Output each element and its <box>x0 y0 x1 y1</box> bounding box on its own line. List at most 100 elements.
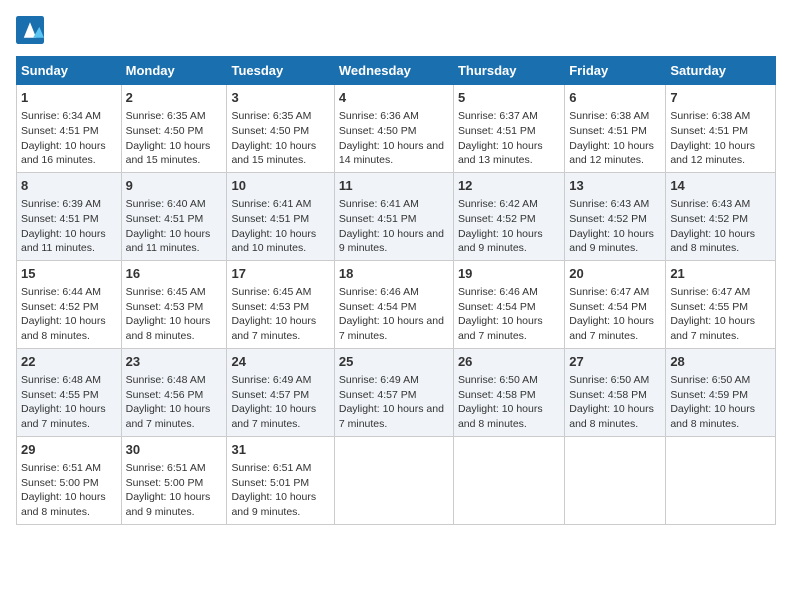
day-number: 17 <box>231 265 329 283</box>
day-number: 2 <box>126 89 223 107</box>
day-number: 19 <box>458 265 560 283</box>
day-number: 11 <box>339 177 449 195</box>
day-number: 29 <box>21 441 117 459</box>
day-number: 27 <box>569 353 661 371</box>
day-number: 7 <box>670 89 771 107</box>
calendar-cell: 19 Sunrise: 6:46 AMSunset: 4:54 PMDayligh… <box>453 260 564 348</box>
calendar-header-row: SundayMondayTuesdayWednesdayThursdayFrid… <box>17 57 776 85</box>
calendar-cell: 17 Sunrise: 6:45 AMSunset: 4:53 PMDayligh… <box>227 260 334 348</box>
day-info: Sunrise: 6:40 AMSunset: 4:51 PMDaylight:… <box>126 197 223 256</box>
day-info: Sunrise: 6:38 AMSunset: 4:51 PMDaylight:… <box>569 109 661 168</box>
day-info: Sunrise: 6:48 AMSunset: 4:56 PMDaylight:… <box>126 373 223 432</box>
day-number: 21 <box>670 265 771 283</box>
header-monday: Monday <box>121 57 227 85</box>
day-number: 9 <box>126 177 223 195</box>
calendar-cell: 16 Sunrise: 6:45 AMSunset: 4:53 PMDayligh… <box>121 260 227 348</box>
calendar-cell: 4 Sunrise: 6:36 AMSunset: 4:50 PMDaylight… <box>334 85 453 173</box>
day-info: Sunrise: 6:46 AMSunset: 4:54 PMDaylight:… <box>339 285 449 344</box>
calendar-cell: 7Sunrise: 6:38 AMSunset: 4:51 PMDaylight… <box>666 85 776 173</box>
day-number: 16 <box>126 265 223 283</box>
calendar-cell: 8Sunrise: 6:39 AMSunset: 4:51 PMDaylight… <box>17 172 122 260</box>
calendar-cell: 25 Sunrise: 6:49 AMSunset: 4:57 PMDayligh… <box>334 348 453 436</box>
calendar-cell: 10Sunrise: 6:41 AMSunset: 4:51 PMDayligh… <box>227 172 334 260</box>
calendar-cell: 2 Sunrise: 6:35 AMSunset: 4:50 PMDaylight… <box>121 85 227 173</box>
day-info: Sunrise: 6:50 AMSunset: 4:58 PMDaylight:… <box>569 373 661 432</box>
day-info: Sunrise: 6:36 AMSunset: 4:50 PMDaylight:… <box>339 109 449 168</box>
day-number: 1 <box>21 89 117 107</box>
header-saturday: Saturday <box>666 57 776 85</box>
calendar-cell: 28 Sunrise: 6:50 AMSunset: 4:59 PMDayligh… <box>666 348 776 436</box>
day-info: Sunrise: 6:44 AMSunset: 4:52 PMDaylight:… <box>21 285 117 344</box>
calendar-cell: 1 Sunrise: 6:34 AMSunset: 4:51 PMDaylight… <box>17 85 122 173</box>
day-number: 18 <box>339 265 449 283</box>
calendar-cell: 27 Sunrise: 6:50 AMSunset: 4:58 PMDayligh… <box>565 348 666 436</box>
day-number: 15 <box>21 265 117 283</box>
day-info: Sunrise: 6:39 AMSunset: 4:51 PMDaylight:… <box>21 197 117 256</box>
day-info: Sunrise: 6:49 AMSunset: 4:57 PMDaylight:… <box>231 373 329 432</box>
header-friday: Friday <box>565 57 666 85</box>
calendar-cell <box>565 436 666 524</box>
day-number: 20 <box>569 265 661 283</box>
calendar-cell: 31Sunrise: 6:51 AMSunset: 5:01 PMDayligh… <box>227 436 334 524</box>
header-tuesday: Tuesday <box>227 57 334 85</box>
calendar-cell: 6 Sunrise: 6:38 AMSunset: 4:51 PMDaylight… <box>565 85 666 173</box>
day-info: Sunrise: 6:48 AMSunset: 4:55 PMDaylight:… <box>21 373 117 432</box>
day-info: Sunrise: 6:43 AMSunset: 4:52 PMDaylight:… <box>670 197 771 256</box>
calendar-cell: 15 Sunrise: 6:44 AMSunset: 4:52 PMDayligh… <box>17 260 122 348</box>
day-info: Sunrise: 6:51 AMSunset: 5:00 PMDaylight:… <box>126 461 223 520</box>
day-info: Sunrise: 6:43 AMSunset: 4:52 PMDaylight:… <box>569 197 661 256</box>
day-number: 25 <box>339 353 449 371</box>
calendar-cell: 11 Sunrise: 6:41 AMSunset: 4:51 PMDayligh… <box>334 172 453 260</box>
calendar-cell: 18 Sunrise: 6:46 AMSunset: 4:54 PMDayligh… <box>334 260 453 348</box>
logo-icon <box>16 16 44 44</box>
day-number: 23 <box>126 353 223 371</box>
day-info: Sunrise: 6:45 AMSunset: 4:53 PMDaylight:… <box>231 285 329 344</box>
day-number: 3 <box>231 89 329 107</box>
calendar-cell: 9 Sunrise: 6:40 AMSunset: 4:51 PMDaylight… <box>121 172 227 260</box>
calendar-cell: 5Sunrise: 6:37 AMSunset: 4:51 PMDaylight… <box>453 85 564 173</box>
day-number: 6 <box>569 89 661 107</box>
day-number: 10 <box>231 177 329 195</box>
calendar-week-1: 1 Sunrise: 6:34 AMSunset: 4:51 PMDaylight… <box>17 85 776 173</box>
day-info: Sunrise: 6:42 AMSunset: 4:52 PMDaylight:… <box>458 197 560 256</box>
calendar-cell <box>453 436 564 524</box>
page-header <box>16 16 776 44</box>
calendar-cell: 22Sunrise: 6:48 AMSunset: 4:55 PMDayligh… <box>17 348 122 436</box>
calendar-week-4: 22Sunrise: 6:48 AMSunset: 4:55 PMDayligh… <box>17 348 776 436</box>
day-number: 24 <box>231 353 329 371</box>
day-info: Sunrise: 6:51 AMSunset: 5:01 PMDaylight:… <box>231 461 329 520</box>
calendar-cell: 21 Sunrise: 6:47 AMSunset: 4:55 PMDayligh… <box>666 260 776 348</box>
day-info: Sunrise: 6:49 AMSunset: 4:57 PMDaylight:… <box>339 373 449 432</box>
day-info: Sunrise: 6:34 AMSunset: 4:51 PMDaylight:… <box>21 109 117 168</box>
header-sunday: Sunday <box>17 57 122 85</box>
calendar-cell: 3 Sunrise: 6:35 AMSunset: 4:50 PMDaylight… <box>227 85 334 173</box>
day-number: 28 <box>670 353 771 371</box>
day-info: Sunrise: 6:46 AMSunset: 4:54 PMDaylight:… <box>458 285 560 344</box>
day-info: Sunrise: 6:35 AMSunset: 4:50 PMDaylight:… <box>231 109 329 168</box>
logo <box>16 16 48 44</box>
calendar-cell: 26 Sunrise: 6:50 AMSunset: 4:58 PMDayligh… <box>453 348 564 436</box>
calendar-table: SundayMondayTuesdayWednesdayThursdayFrid… <box>16 56 776 525</box>
day-info: Sunrise: 6:45 AMSunset: 4:53 PMDaylight:… <box>126 285 223 344</box>
calendar-cell: 12 Sunrise: 6:42 AMSunset: 4:52 PMDayligh… <box>453 172 564 260</box>
calendar-cell: 24 Sunrise: 6:49 AMSunset: 4:57 PMDayligh… <box>227 348 334 436</box>
day-info: Sunrise: 6:47 AMSunset: 4:55 PMDaylight:… <box>670 285 771 344</box>
day-number: 26 <box>458 353 560 371</box>
day-info: Sunrise: 6:41 AMSunset: 4:51 PMDaylight:… <box>339 197 449 256</box>
calendar-cell <box>666 436 776 524</box>
day-info: Sunrise: 6:50 AMSunset: 4:58 PMDaylight:… <box>458 373 560 432</box>
calendar-cell: 14 Sunrise: 6:43 AMSunset: 4:52 PMDayligh… <box>666 172 776 260</box>
day-number: 4 <box>339 89 449 107</box>
calendar-cell: 23 Sunrise: 6:48 AMSunset: 4:56 PMDayligh… <box>121 348 227 436</box>
day-number: 13 <box>569 177 661 195</box>
day-info: Sunrise: 6:35 AMSunset: 4:50 PMDaylight:… <box>126 109 223 168</box>
day-number: 12 <box>458 177 560 195</box>
day-number: 30 <box>126 441 223 459</box>
day-info: Sunrise: 6:50 AMSunset: 4:59 PMDaylight:… <box>670 373 771 432</box>
header-thursday: Thursday <box>453 57 564 85</box>
day-info: Sunrise: 6:47 AMSunset: 4:54 PMDaylight:… <box>569 285 661 344</box>
calendar-cell: 29Sunrise: 6:51 AMSunset: 5:00 PMDayligh… <box>17 436 122 524</box>
day-number: 14 <box>670 177 771 195</box>
calendar-week-5: 29 Sunrise: 6:51 AMSunset: 5:00 PMDayligh… <box>17 436 776 524</box>
calendar-cell: 20 Sunrise: 6:47 AMSunset: 4:54 PMDayligh… <box>565 260 666 348</box>
